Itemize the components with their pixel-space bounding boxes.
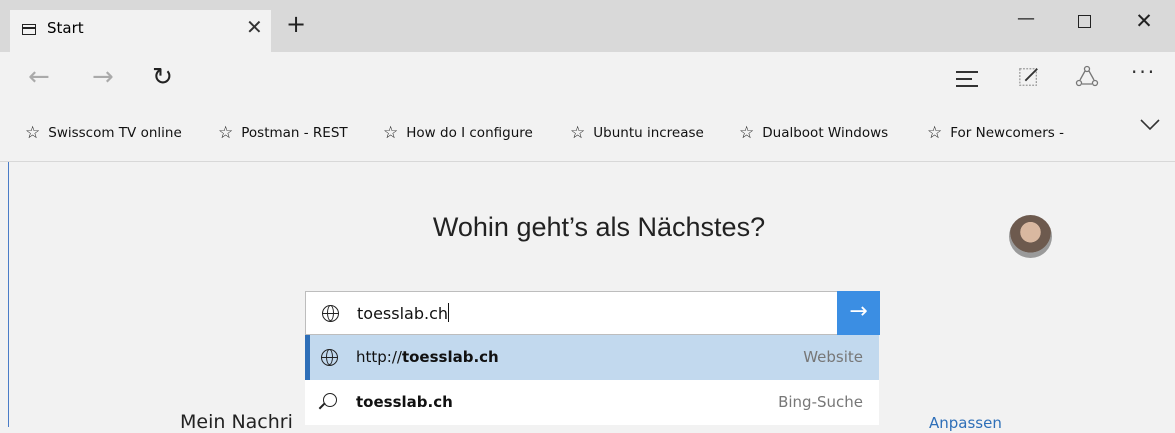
start-page: Wohin geht’s als Nächstes? Mein Nachri A… — [9, 162, 1175, 433]
favorite-label: Dualboot Windows — [762, 125, 889, 141]
search-input[interactable]: toesslab.ch → — [305, 291, 880, 335]
go-button[interactable]: → — [837, 291, 880, 335]
close-window-button[interactable]: ✕ — [1124, 9, 1164, 33]
search-input-value: toesslab.ch — [357, 303, 450, 323]
globe-icon — [322, 305, 339, 322]
star-icon: ☆ — [383, 123, 399, 143]
globe-icon — [321, 349, 338, 366]
favorite-label: Postman - REST — [241, 125, 348, 141]
suggestion-type: Website — [803, 348, 863, 366]
tab-title: Start — [47, 19, 84, 37]
suggestion-list: http://toesslab.ch Website toesslab.ch B… — [305, 335, 879, 425]
more-actions-button[interactable]: ··· — [1131, 60, 1156, 84]
text-caret — [448, 303, 450, 322]
refresh-button[interactable]: ↻ — [152, 62, 173, 92]
back-button[interactable]: ← — [28, 62, 50, 92]
star-icon: ☆ — [739, 123, 755, 143]
new-tab-icon[interactable]: + — [286, 12, 306, 36]
favorite-item[interactable]: ☆ Ubuntu increase — [570, 122, 704, 143]
suggestion-type: Bing-Suche — [778, 393, 863, 411]
avatar[interactable] — [1009, 215, 1052, 258]
tab-start[interactable]: Start ✕ — [10, 10, 271, 52]
star-icon: ☆ — [218, 123, 234, 143]
tab-page-icon — [22, 24, 36, 35]
maximize-icon — [1077, 15, 1091, 28]
search-icon — [323, 393, 337, 407]
share-icon[interactable] — [1075, 65, 1099, 89]
favorites-bar: ☆ Swisscom TV online ☆ Postman - REST ☆ How… — [0, 106, 1175, 162]
favorite-label: Swisscom TV online — [48, 125, 182, 141]
minimize-button[interactable]: — — [1006, 8, 1046, 29]
star-icon: ☆ — [927, 123, 943, 143]
suggestion-prefix: http:// — [356, 348, 402, 366]
suggestion-label: http://toesslab.ch — [356, 348, 499, 366]
web-note-icon[interactable] — [1018, 66, 1040, 88]
hub-icon[interactable] — [956, 71, 978, 92]
favorite-item[interactable]: ☆ Swisscom TV online — [25, 122, 182, 143]
favorite-item[interactable]: ☆ For Newcomers - — [927, 122, 1064, 143]
suggestion-search[interactable]: toesslab.ch Bing-Suche — [305, 380, 879, 425]
favorite-item[interactable]: ☆ How do I configure — [383, 122, 533, 143]
suggestion-website[interactable]: http://toesslab.ch Website — [305, 335, 879, 380]
tab-close-icon[interactable]: ✕ — [246, 15, 263, 39]
navigation-bar: ← → ↻ ··· — [0, 52, 1175, 106]
news-heading: Mein Nachri — [180, 411, 293, 433]
search-value-text: toesslab.ch — [357, 304, 449, 323]
favorite-item[interactable]: ☆ Dualboot Windows — [739, 122, 889, 143]
forward-button[interactable]: → — [92, 62, 114, 92]
favorite-label: For Newcomers - — [950, 125, 1064, 141]
chevron-down-icon[interactable] — [1140, 118, 1160, 132]
favorite-item[interactable]: ☆ Postman - REST — [218, 122, 348, 143]
suggestion-label: toesslab.ch — [356, 393, 453, 411]
tab-strip: Start ✕ + — ✕ — [0, 0, 1175, 52]
star-icon: ☆ — [25, 123, 41, 143]
favorite-label: How do I configure — [406, 125, 533, 141]
maximize-button[interactable] — [1064, 12, 1104, 33]
suggestion-bold: toesslab.ch — [401, 348, 499, 366]
favorite-label: Ubuntu increase — [593, 125, 704, 141]
customize-link[interactable]: Anpassen — [929, 414, 1002, 432]
star-icon: ☆ — [570, 123, 586, 143]
browser-window: Start ✕ + — ✕ ← → ↻ ··· ☆ Swisscom TV onl… — [0, 0, 1175, 433]
page-title: Wohin geht’s als Nächstes? — [432, 212, 766, 242]
